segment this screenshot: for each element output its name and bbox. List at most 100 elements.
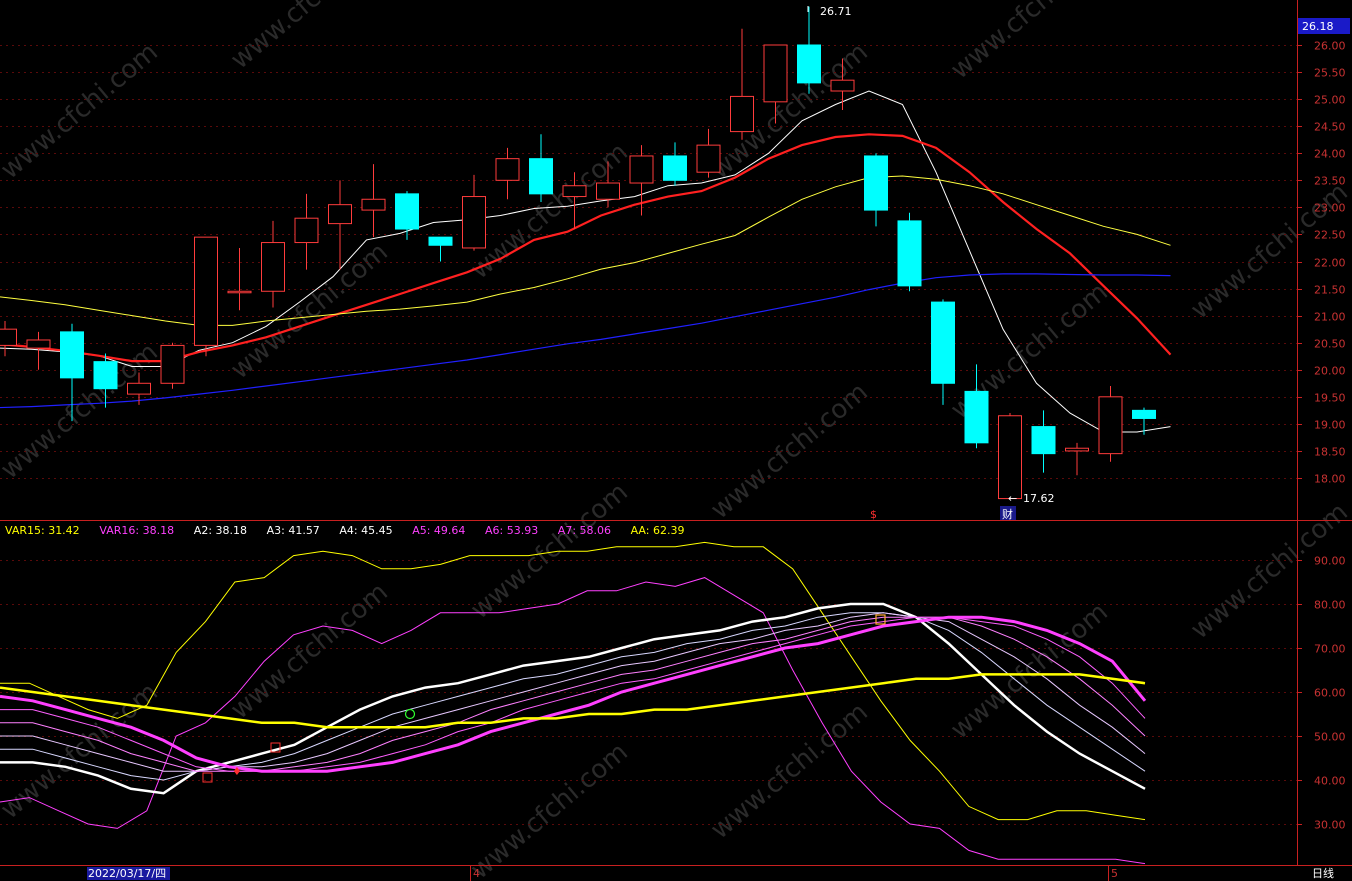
y-tick-label: 80.00 [1314,599,1346,612]
watermark-text: www.cfchi.com [225,577,394,725]
legend-var16: VAR16: 38.18 [99,524,174,537]
legend-aa: AA: 62.39 [631,524,685,537]
candle-body [897,220,922,287]
candle-body [1065,447,1089,452]
candle-body [194,236,218,346]
candle-body [495,158,520,181]
candle [462,174,486,251]
candle-body [797,44,821,84]
candle-body [1031,426,1056,455]
candle-body [696,144,721,173]
legend-a2: A2: 38.18 [194,524,247,537]
candle [0,321,17,357]
candle [294,193,319,270]
candle [328,180,352,270]
candle-body [361,198,386,211]
candle [998,413,1022,500]
y-tick-label: 22.50 [1314,229,1346,242]
candle-body [629,155,654,184]
y-tick-label: 26.00 [1314,40,1346,53]
candle-body [964,390,989,444]
y-tick-label: 19.00 [1314,419,1346,432]
legend-a5: A5: 49.64 [412,524,465,537]
date-label: 2022/03/17/四 [88,867,166,880]
current-price-label: 26.18 [1302,20,1334,33]
candle-body [529,158,553,195]
watermark-text: www.cfchi.com [945,0,1114,85]
candle [1065,442,1089,476]
candle-body [328,204,352,225]
candle-body [227,290,252,294]
candle-body [294,217,319,244]
marker-cai: 财 [1002,507,1013,521]
y-tick-label: 40.00 [1314,775,1346,788]
watermark-text: www.cfchi.com [465,477,634,625]
candle [931,299,955,405]
low-price-label: 17.62 [1023,492,1055,505]
candle [160,342,185,389]
candle-body [60,331,84,379]
legend-a6: A6: 53.93 [485,524,538,537]
candle [696,128,721,178]
legend-a3: A3: 41.57 [267,524,320,537]
candle-body [261,242,285,292]
y-tick-label: 24.00 [1314,148,1346,161]
candle-body [998,415,1022,500]
candle [395,191,419,240]
candle [529,134,553,202]
y-tick-label: 24.50 [1314,121,1346,134]
y-tick-label: 19.50 [1314,392,1346,405]
watermark-text: www.cfchi.com [1185,0,1352,5]
stock-chart[interactable]: www.cfchi.com www.cfchi.com www.cfchi.com w… [0,0,1352,881]
candle [663,142,687,186]
candle-body [864,155,888,211]
y-tick-label: 22.00 [1314,257,1346,270]
month-label-5: 5 [1111,867,1118,880]
candle-body [127,382,151,395]
candle [1132,407,1156,435]
y-tick-label: 25.50 [1314,67,1346,80]
price-axis-ticks: 18.00 18.50 19.00 19.50 20.00 20.50 21.00 21.50… [1297,40,1346,832]
watermark-text: www.cfchi.com [465,737,634,881]
watermark-text: www.cfchi.com [705,697,874,845]
candle [227,247,252,311]
candle [495,147,520,200]
panel-decorations: 26.18 26.71 ← 17.62 $ 财 ♦ 2022/03/17/四 4… [0,0,1352,881]
candle-body [462,196,486,249]
candle-body [931,301,955,384]
candle-body [395,193,419,230]
candle-body [26,339,51,349]
period-label[interactable]: 日线 [1312,866,1334,880]
watermark-text: www.cfchi.com [945,597,1114,745]
watermark-text: www.cfchi.com [1185,497,1352,645]
y-tick-label: 90.00 [1314,555,1346,568]
candle [361,164,386,238]
watermark-text: www.cfchi.com [705,377,874,525]
candle-body [562,185,587,198]
y-tick-label: 20.00 [1314,365,1346,378]
candle [428,236,453,262]
y-tick-label: 60.00 [1314,687,1346,700]
candle-body [428,236,453,246]
candle-body [1132,409,1156,419]
candle-body [730,95,754,133]
y-tick-label: 23.50 [1314,175,1346,188]
y-tick-label: 70.00 [1314,643,1346,656]
candle-body [596,182,620,200]
candle [194,236,218,357]
candle [897,212,922,292]
y-tick-label: 18.50 [1314,446,1346,459]
candle [864,153,888,227]
legend-a7: A7: 58.06 [558,524,611,537]
watermark-text: www.cfchi.com [1185,177,1352,325]
y-tick-label: 18.00 [1314,473,1346,486]
svg-text:♦: ♦ [232,765,242,778]
candle-body [0,328,17,346]
marker-s: $ [870,508,877,521]
candle [1031,410,1056,473]
watermark-text: www.cfchi.com [0,37,164,185]
candle-body [160,344,185,384]
watermark-text: www.cfchi.com [225,0,394,75]
candle-body [830,79,855,92]
y-tick-label: 30.00 [1314,819,1346,832]
